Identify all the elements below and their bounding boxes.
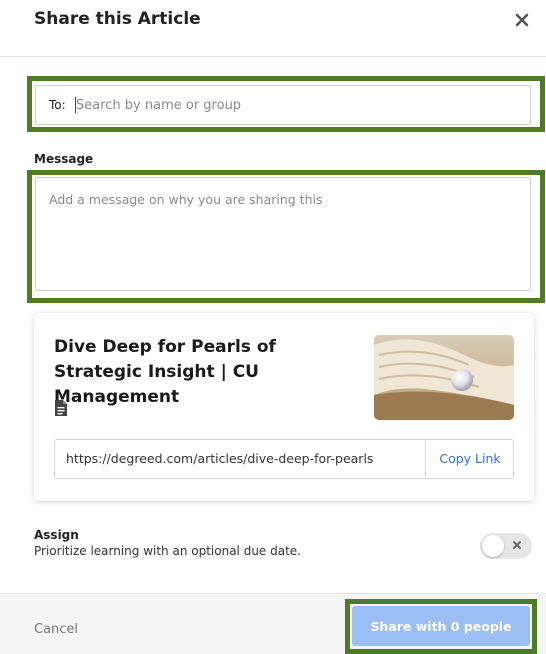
toggle-knob	[482, 535, 504, 557]
message-textarea[interactable]	[35, 177, 531, 291]
close-icon	[515, 13, 529, 27]
toggle-off-icon	[513, 541, 521, 549]
document-icon	[54, 399, 68, 421]
article-thumbnail	[374, 335, 514, 420]
article-title: Dive Deep for Pearls of Strategic Insigh…	[54, 337, 276, 407]
article-url[interactable]: https://degreed.com/articles/dive-deep-f…	[66, 451, 421, 466]
message-label: Message	[34, 152, 94, 166]
close-button[interactable]	[510, 8, 534, 32]
article-link-row: https://degreed.com/articles/dive-deep-f…	[54, 439, 514, 479]
copy-link-button[interactable]: Copy Link	[425, 440, 514, 478]
dialog-title: Share this Article	[34, 9, 201, 29]
article-preview-card: Dive Deep for Pearls of Strategic Insigh…	[34, 313, 534, 501]
dialog-header: Share this Article	[0, 0, 546, 57]
recipient-search-input[interactable]	[76, 92, 516, 118]
assign-description: Prioritize learning with an optional due…	[34, 544, 301, 558]
assign-toggle[interactable]	[480, 533, 532, 559]
to-field[interactable]: To:	[35, 85, 531, 125]
share-button[interactable]: Share with 0 people	[352, 606, 530, 646]
cancel-button[interactable]: Cancel	[34, 622, 78, 637]
assign-label: Assign	[34, 528, 79, 542]
dialog-footer: Cancel Share with 0 people	[0, 593, 546, 654]
to-label: To:	[49, 98, 66, 112]
